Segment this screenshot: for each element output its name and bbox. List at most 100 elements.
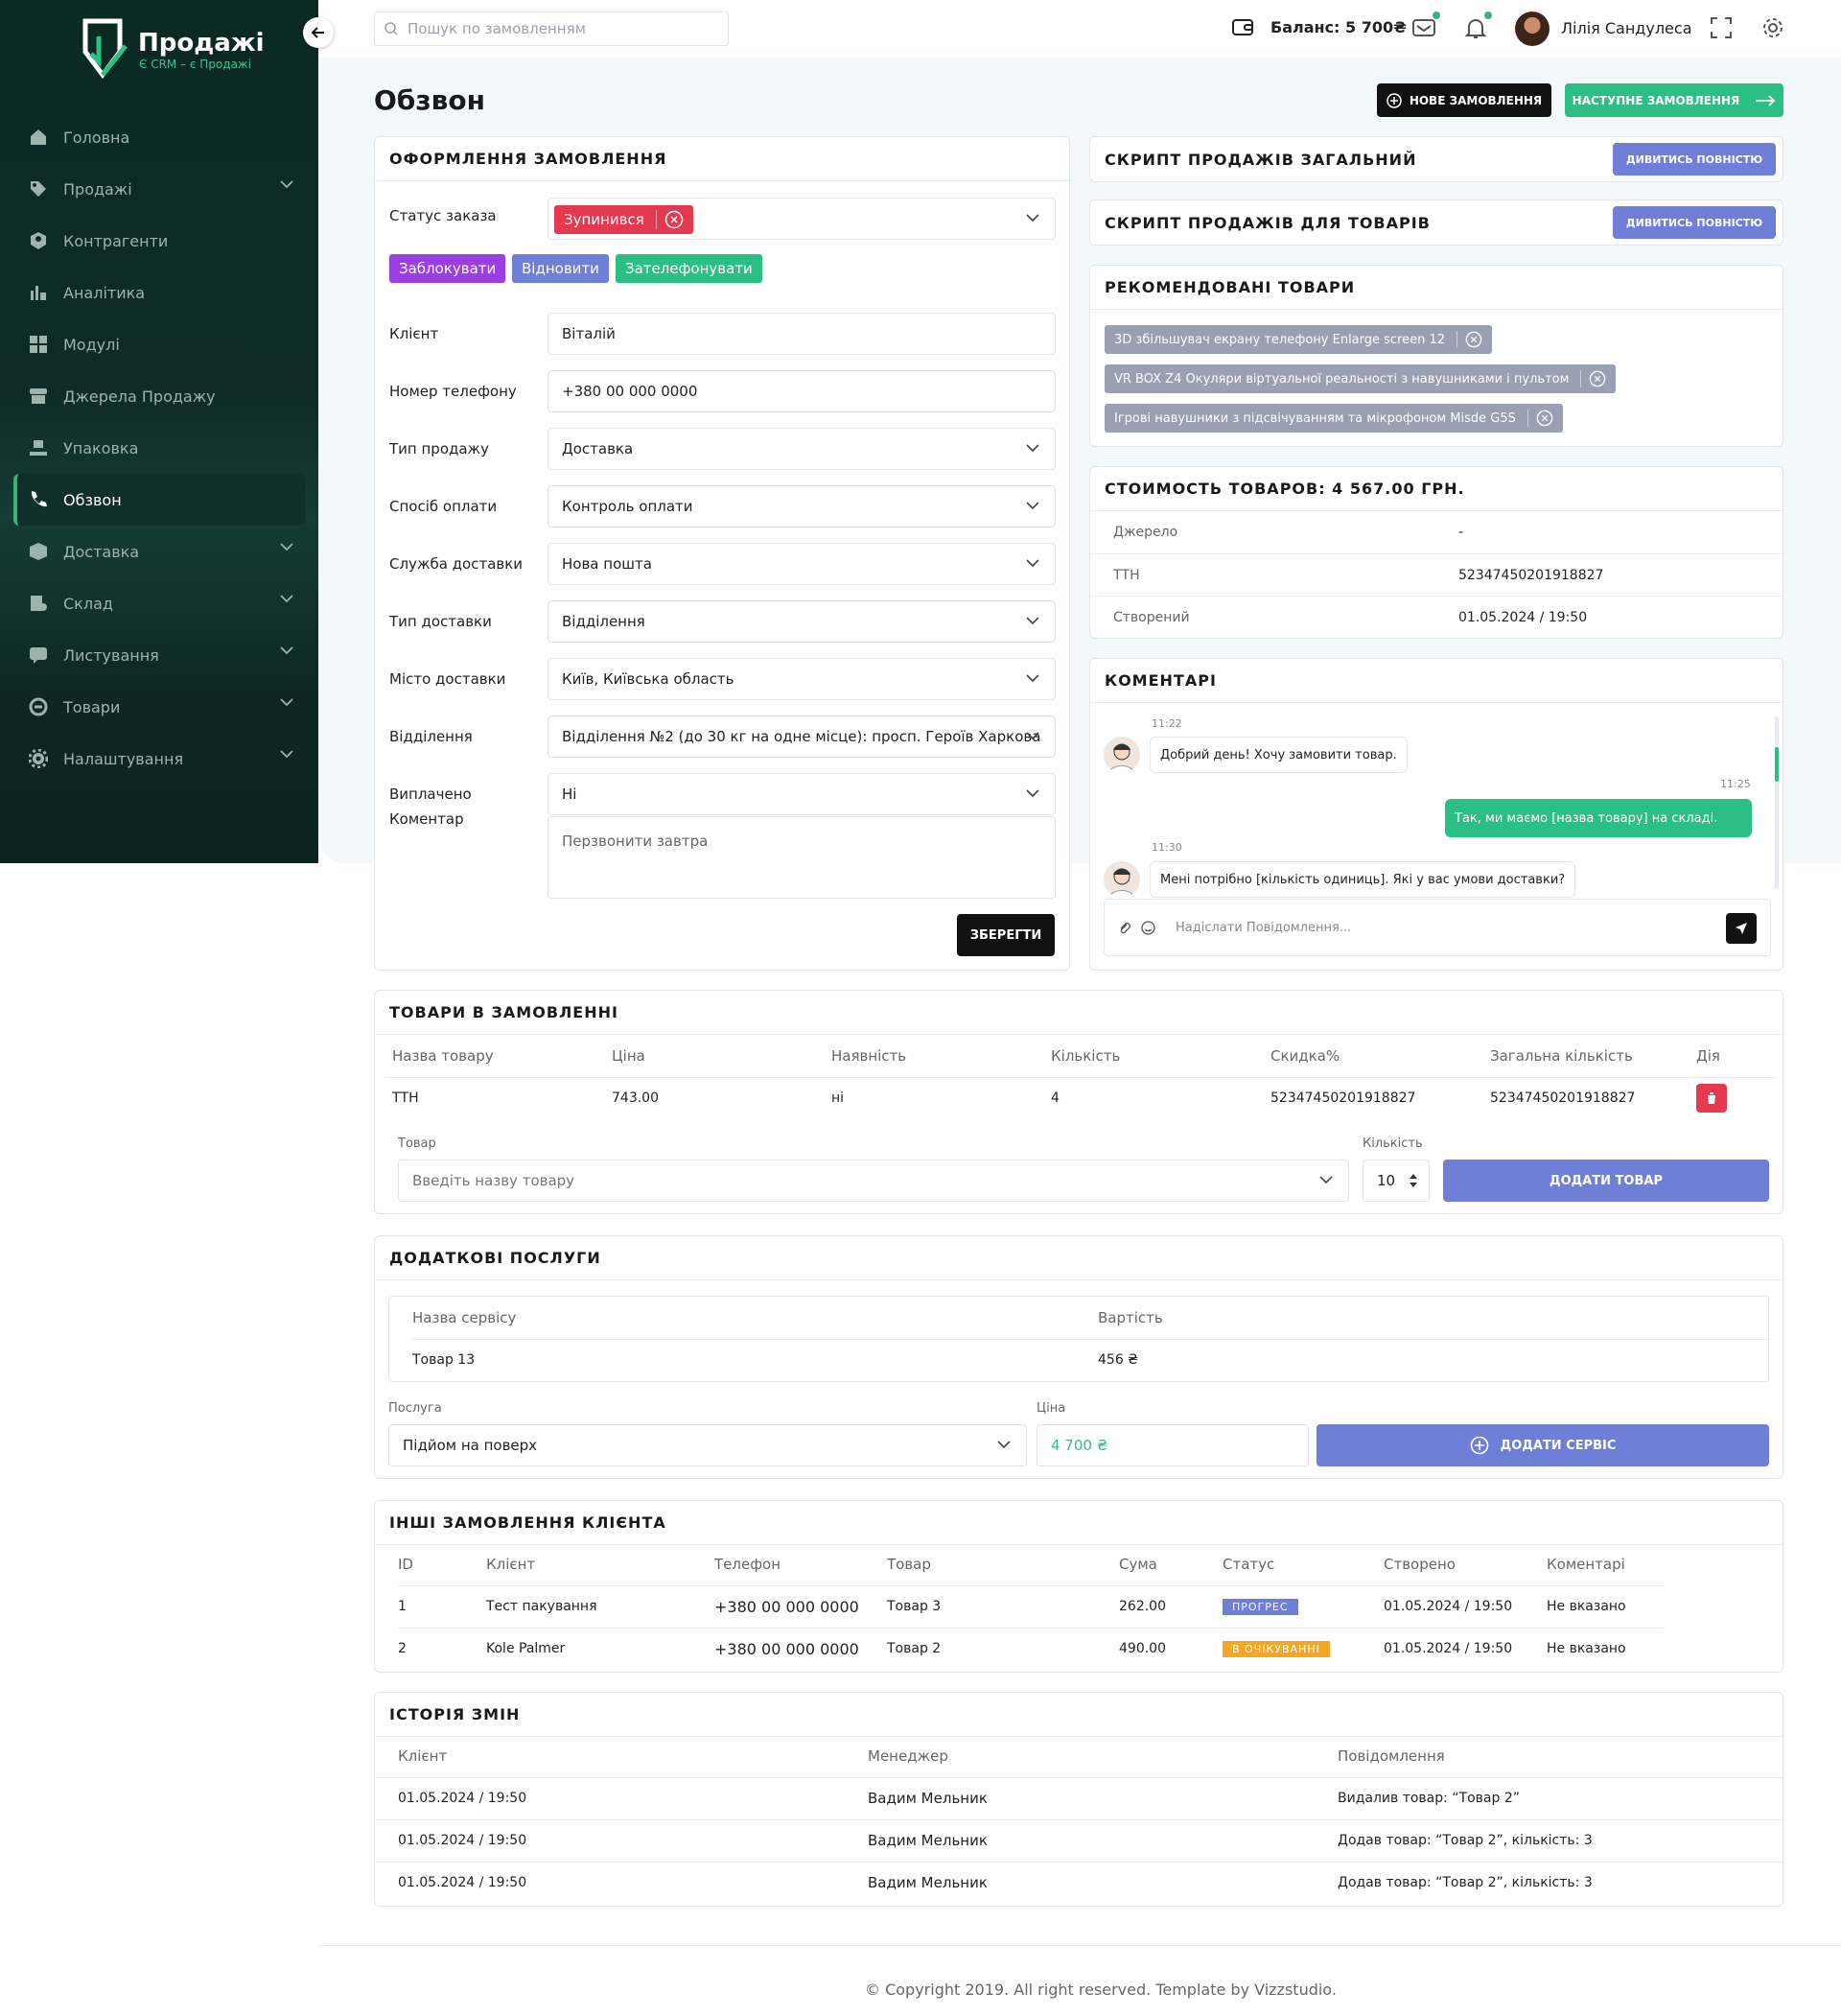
close-icon[interactable] [655, 210, 684, 229]
order-form-card: ОФОРМЛЕННЯ ЗАМОВЛЕННЯ Статус заказа Зупи… [374, 136, 1070, 971]
column-header: Загальна кількість [1490, 1046, 1633, 1065]
form-select[interactable]: Відділення [548, 600, 1056, 643]
table-cell: В ОЧІКУВАННІ [1223, 1627, 1384, 1670]
history-table: Клієнт Менеджер Повідомлення 01.05.2024 / … [375, 1735, 1783, 1904]
new-order-button[interactable]: НОВЕ ЗАМОВЛЕННЯ [1377, 83, 1551, 117]
table-row: 01.05.2024 / 19:50 Вадим Мельник Видалив т… [375, 1776, 1783, 1819]
add-product-button[interactable]: ДОДАТИ ТОВАР [1443, 1160, 1769, 1202]
sidebar-item[interactable]: Склад [13, 577, 305, 629]
sidebar-item[interactable]: Листування [13, 629, 305, 681]
cost-value: 01.05.2024 / 19:50 [1458, 609, 1588, 625]
comment-textarea[interactable]: Перзвонити завтра [548, 816, 1056, 899]
history-card: ІСТОРІЯ ЗМІН Клієнт Менеджер Повідомлення … [374, 1692, 1783, 1907]
tag-icon [29, 179, 48, 199]
block-button[interactable]: Заблокувати [389, 254, 506, 283]
table-cell: 743.00 [604, 1076, 824, 1119]
chevron-down-icon [280, 543, 293, 551]
delete-button[interactable] [1696, 1084, 1727, 1113]
status-select[interactable]: Зупинився [548, 198, 1056, 240]
quantity-label: Кількість [1363, 1137, 1423, 1151]
view-general-script-button[interactable]: ДИВИТИСЬ ПОВНІСТЮ [1613, 143, 1776, 176]
form-row: Тип продажу [389, 428, 548, 470]
order-form-title: ОФОРМЛЕННЯ ЗАМОВЛЕННЯ [375, 137, 1069, 181]
avatar[interactable] [1515, 12, 1550, 46]
column-header: Клієнт [486, 1555, 536, 1573]
save-button[interactable]: ЗБЕРЕГТИ [957, 914, 1055, 956]
form-select[interactable]: Контроль оплати [548, 485, 1056, 527]
call-button[interactable]: Зателефонувати [616, 254, 762, 283]
search-placeholder: Пошук по замовленням [408, 20, 586, 37]
table-cell: ТТН [385, 1076, 604, 1119]
send-button[interactable] [1726, 913, 1757, 944]
sidebar-item[interactable]: Доставка [13, 526, 305, 577]
table-cell: Товар 3 [887, 1584, 1119, 1628]
sidebar-item[interactable]: Продажі [13, 163, 305, 215]
form-input[interactable]: +380 00 000 0000 [548, 370, 1056, 412]
sidebar-item-label: Упаковка [63, 438, 139, 457]
other-orders-title: ІНШІ ЗАМОВЛЕННЯ КЛІЄНТА [375, 1501, 1783, 1545]
add-service-button[interactable]: ДОДАТИ СЕРВІС [1317, 1424, 1769, 1466]
sidebar-item[interactable]: Налаштування [13, 733, 305, 785]
restore-button[interactable]: Відновити [512, 254, 609, 283]
wallet-icon [1232, 19, 1253, 35]
chevron-down-icon [280, 595, 293, 603]
sidebar-item[interactable]: Товари [13, 681, 305, 733]
warehouse-icon [29, 594, 48, 613]
user-name[interactable]: Лілія Сандулеса [1561, 19, 1692, 37]
plus-circle-icon [1470, 1436, 1488, 1455]
form-input[interactable]: Віталій [548, 313, 1056, 355]
table-cell: Не вказано [1547, 1627, 1664, 1670]
new-order-label: НОВЕ ЗАМОВЛЕННЯ [1409, 93, 1543, 107]
footer: © Copyright 2019. All right reserved. Te… [318, 1945, 1841, 2016]
close-icon[interactable] [1526, 410, 1553, 427]
arrow-left-icon [312, 27, 324, 38]
table-cell: 490.00 [1119, 1627, 1223, 1670]
gear-icon[interactable] [1760, 15, 1785, 40]
recommended-tag[interactable]: Ігрові навушники з підсвічуванням та мік… [1105, 404, 1563, 433]
collapse-sidebar-button[interactable] [303, 17, 334, 48]
app-name: Продажі [138, 29, 265, 58]
app-logo[interactable]: Продажі Є CRM – є Продажі [82, 17, 265, 84]
attach-icon[interactable] [1118, 921, 1131, 934]
service-select[interactable]: Підйом на поверх [388, 1424, 1027, 1466]
form-select[interactable]: Відділення №2 (до 30 кг на одне місце): … [548, 715, 1056, 758]
close-icon[interactable] [1580, 370, 1606, 387]
sidebar-item[interactable]: Аналітика [13, 267, 305, 318]
search-icon [385, 22, 398, 35]
scrollbar-thumb[interactable] [1775, 747, 1779, 782]
product-placeholder: Введіть назву товару [412, 1172, 575, 1189]
sidebar-item[interactable]: Обзвон [13, 474, 305, 526]
sidebar-item[interactable]: Модулі [13, 318, 305, 370]
form-select[interactable]: Київ, Київська область [548, 658, 1056, 700]
recommended-tag[interactable]: VR BOX Z4 Окуляри віртуальної реальності… [1105, 364, 1617, 393]
home-icon [29, 128, 48, 147]
product-select[interactable]: Введіть назву товару [398, 1160, 1349, 1202]
sidebar-item[interactable]: Головна [13, 111, 305, 163]
close-icon[interactable] [1456, 331, 1482, 348]
next-order-button[interactable]: НАСТУПНЕ ЗАМОВЛЕННЯ [1565, 83, 1783, 117]
comments-scrollbar[interactable] [1775, 716, 1779, 889]
form-row: Номер телефону [389, 370, 548, 412]
message-input[interactable]: Надіслати Повідомлення... [1176, 921, 1351, 935]
bell-icon[interactable] [1463, 15, 1488, 40]
arrow-right-icon [1756, 94, 1776, 106]
mail-icon[interactable] [1411, 15, 1436, 40]
balance[interactable]: Баланс: 5 700₴ [1232, 17, 1407, 36]
form-row: Служба доставки [389, 543, 548, 585]
sidebar-item[interactable]: Упаковка [13, 422, 305, 474]
table-row: Товар 13 456 ₴ [412, 1338, 1768, 1381]
form-select[interactable]: Доставка [548, 428, 1056, 470]
search-input[interactable]: Пошук по замовленням [374, 12, 729, 46]
form-select[interactable]: Нова пошта [548, 543, 1056, 585]
products-script-card: СКРИПТ ПРОДАЖІВ ДЛЯ ТОВАРІВ ДИВИТИСЬ ПОВ… [1089, 199, 1783, 246]
fullscreen-icon[interactable] [1709, 15, 1734, 40]
sidebar-item[interactable]: Джерела Продажу [13, 370, 305, 422]
recommended-tag[interactable]: 3D збільшувач екрану телефону Enlarge sc… [1105, 325, 1493, 354]
field-label: Відділення [389, 728, 473, 745]
view-products-script-button[interactable]: ДИВИТИСЬ ПОВНІСТЮ [1613, 206, 1776, 239]
quantity-stepper[interactable]: 10 [1363, 1160, 1430, 1202]
emoji-icon[interactable] [1141, 921, 1155, 935]
form-select[interactable]: Ні [548, 773, 1056, 815]
price-input[interactable]: 4 700 ₴ [1037, 1424, 1309, 1466]
sidebar-item[interactable]: Контрагенти [13, 215, 305, 267]
